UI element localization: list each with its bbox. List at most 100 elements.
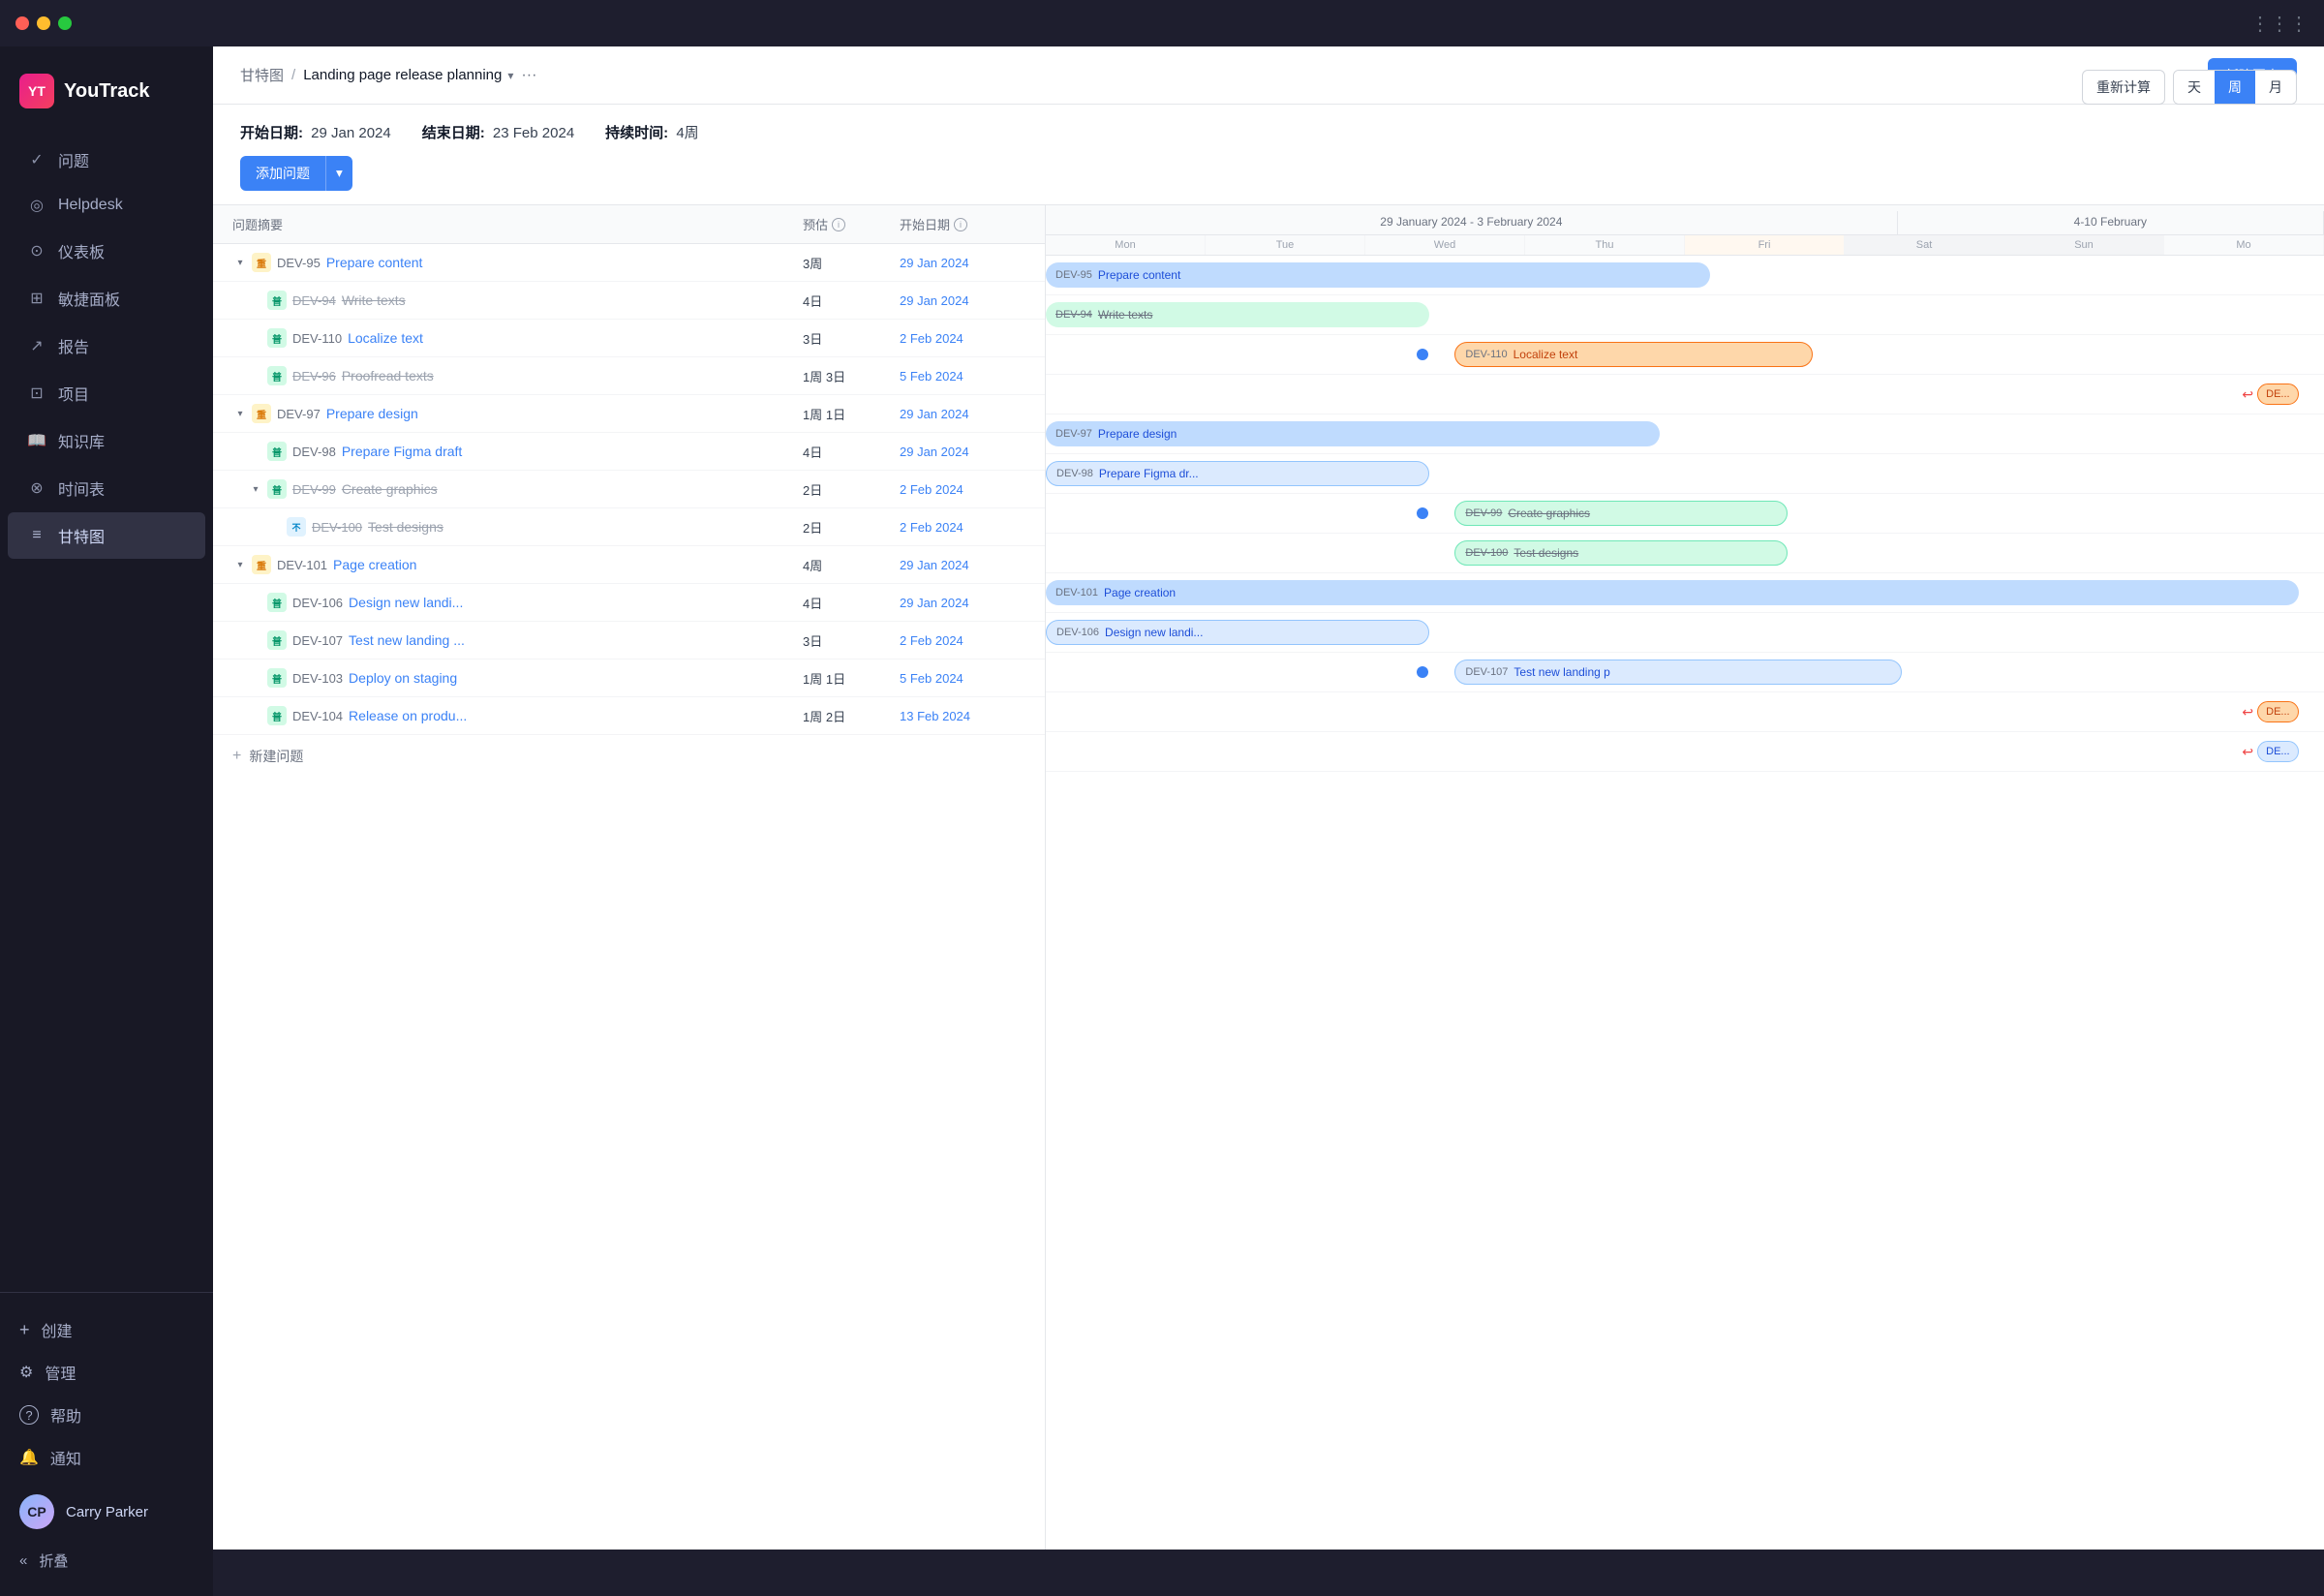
table-row[interactable]: 普 DEV-96 Proofread texts 1周 3日 5 Feb 202… — [213, 357, 1045, 395]
issue-id: DEV-96 — [292, 369, 336, 384]
issue-title[interactable]: Design new landi... — [349, 595, 803, 610]
issue-title[interactable]: Prepare content — [326, 255, 803, 270]
view-day-button[interactable]: 天 — [2174, 71, 2215, 104]
issue-title[interactable]: Write texts — [342, 292, 803, 308]
issue-title[interactable]: Prepare design — [326, 406, 803, 421]
expand-icon[interactable]: ▾ — [232, 406, 248, 421]
issue-title[interactable]: Create graphics — [342, 481, 803, 497]
gantt-bar[interactable]: DEV-106 Design new landi... — [1046, 620, 1429, 645]
gantt-bar[interactable]: DEV-95 Prepare content — [1046, 262, 1710, 288]
view-month-button[interactable]: 月 — [2255, 71, 2296, 104]
duration-label: 持续时间: — [605, 125, 668, 141]
expand-icon[interactable]: ▾ — [232, 557, 248, 572]
gantt-row: DEV-107 Test new landing p — [1046, 653, 2324, 692]
end-date-label: 结束日期: — [422, 125, 485, 141]
dashboard-icon: ⊙ — [27, 241, 46, 261]
expand-icon[interactable]: ▾ — [248, 481, 263, 497]
start-value: 5 Feb 2024 — [900, 369, 1025, 384]
sidebar-item-timesheet[interactable]: ⊗ 时间表 — [8, 465, 205, 511]
issue-id: DEV-103 — [292, 671, 343, 686]
window-more-icon[interactable]: ⋮⋮⋮ — [2250, 12, 2309, 36]
recalc-button[interactable]: 重新计算 — [2082, 70, 2165, 105]
minimize-button[interactable] — [37, 16, 50, 30]
sidebar-logo[interactable]: YT YouTrack — [0, 46, 213, 128]
issue-title[interactable]: Test designs — [368, 519, 803, 535]
sidebar-item-dashboard[interactable]: ⊙ 仪表板 — [8, 228, 205, 274]
gantt-bar[interactable]: DEV-100 Test designs — [1454, 540, 1787, 566]
breadcrumb-root[interactable]: 甘特图 — [240, 65, 284, 85]
notifications-label: 通知 — [50, 1446, 81, 1469]
gantt-bar[interactable]: DEV-99 Create graphics — [1454, 501, 1787, 526]
sidebar-item-gantt[interactable]: ≡ 甘特图 — [8, 512, 205, 559]
table-row[interactable]: ▾ 重 DEV-97 Prepare design 1周 1日 29 Jan 2… — [213, 395, 1045, 433]
table-row[interactable]: ▾ 重 DEV-101 Page creation 4周 29 Jan 2024 — [213, 546, 1045, 584]
logo-icon: YT — [19, 74, 54, 108]
view-week-button[interactable]: 周 — [2215, 71, 2255, 104]
expand-icon[interactable]: ▾ — [232, 255, 248, 270]
sidebar-item-knowledge[interactable]: 📖 知识库 — [8, 417, 205, 464]
issue-id: DEV-97 — [277, 407, 321, 421]
gantt-bar[interactable]: DEV-94 Write texts — [1046, 302, 1429, 327]
table-row[interactable]: 普 DEV-98 Prepare Figma draft 4日 29 Jan 2… — [213, 433, 1045, 471]
breadcrumb: 甘特图 / Landing page release planning ▾ ··… — [240, 65, 536, 85]
table-row[interactable]: 不 DEV-100 Test designs 2日 2 Feb 2024 — [213, 508, 1045, 546]
start-info-icon[interactable]: i — [954, 218, 967, 231]
start-value: 29 Jan 2024 — [900, 256, 1025, 270]
user-profile[interactable]: CP Carry Parker — [8, 1483, 205, 1541]
table-row[interactable]: 普 DEV-94 Write texts 4日 29 Jan 2024 — [213, 282, 1045, 320]
estimate-value: 4日 — [803, 594, 900, 612]
expand-placeholder — [267, 519, 283, 535]
help-action[interactable]: ? 帮助 — [8, 1394, 205, 1436]
table-row[interactable]: 普 DEV-103 Deploy on staging 1周 1日 5 Feb … — [213, 660, 1045, 697]
sidebar-item-projects[interactable]: ⊡ 项目 — [8, 370, 205, 416]
issue-title[interactable]: Deploy on staging — [349, 670, 803, 686]
issue-title[interactable]: Proofread texts — [342, 368, 803, 384]
gantt-bar[interactable]: DEV-107 Test new landing p — [1454, 660, 1902, 685]
gantt-period-1: 29 January 2024 - 3 February 2024 — [1046, 211, 1898, 234]
main-content: 甘特图 / Landing page release planning ▾ ··… — [213, 46, 2324, 1550]
overflow-indicator: ↩ DE... — [2242, 741, 2298, 762]
manage-action[interactable]: ⚙ 管理 — [8, 1351, 205, 1394]
estimate-info-icon[interactable]: i — [832, 218, 845, 231]
collapse-button[interactable]: « 折叠 — [8, 1541, 205, 1581]
table-row[interactable]: 普 DEV-110 Localize text 3日 2 Feb 2024 — [213, 320, 1045, 357]
more-options-icon[interactable]: ··· — [521, 67, 536, 84]
gantt-bar[interactable]: DEV-110 Localize text — [1454, 342, 1813, 367]
issue-title[interactable]: Page creation — [333, 557, 803, 572]
expand-placeholder — [248, 330, 263, 346]
gantt-bar[interactable]: DEV-101 Page creation — [1046, 580, 2299, 605]
table-row[interactable]: 普 DEV-107 Test new landing ... 3日 2 Feb … — [213, 622, 1045, 660]
add-issue-button[interactable]: 添加问题 — [240, 156, 325, 191]
table-row[interactable]: 普 DEV-104 Release on produ... 1周 2日 13 F… — [213, 697, 1045, 735]
issue-title[interactable]: Prepare Figma draft — [342, 444, 803, 459]
sidebar-item-label: 时间表 — [58, 476, 105, 500]
issue-title[interactable]: Localize text — [348, 330, 803, 346]
gantt-row: ↩ DE... — [1046, 692, 2324, 732]
close-button[interactable] — [15, 16, 29, 30]
sidebar-item-helpdesk[interactable]: ◎ Helpdesk — [8, 184, 205, 227]
gantt-bar[interactable]: DEV-98 Prepare Figma dr... — [1046, 461, 1429, 486]
gantt-row: DEV-95 Prepare content — [1046, 256, 2324, 295]
issue-title[interactable]: Test new landing ... — [349, 632, 803, 648]
gantt-section: 29 January 2024 - 3 February 2024 4-10 F… — [1046, 205, 2324, 1550]
sidebar-item-issues[interactable]: ✓ 问题 — [8, 137, 205, 183]
issue-title[interactable]: Release on produ... — [349, 708, 803, 723]
expand-placeholder — [248, 292, 263, 308]
sidebar-item-agile[interactable]: ⊞ 敏捷面板 — [8, 275, 205, 322]
chevron-down-icon[interactable]: ▾ — [507, 69, 513, 82]
add-issue-row[interactable]: + 新建问题 — [213, 735, 1045, 778]
table-row[interactable]: ▾ 重 DEV-95 Prepare content 3周 29 Jan 202… — [213, 244, 1045, 282]
gantt-bar[interactable]: DEV-97 Prepare design — [1046, 421, 1660, 446]
add-issue-dropdown-button[interactable]: ▾ — [325, 156, 352, 191]
maximize-button[interactable] — [58, 16, 72, 30]
priority-badge-normal: 普 — [267, 706, 287, 725]
create-action[interactable]: + 创建 — [8, 1308, 205, 1351]
table-row[interactable]: 普 DEV-106 Design new landi... 4日 29 Jan … — [213, 584, 1045, 622]
sidebar-item-label: 敏捷面板 — [58, 287, 120, 310]
notifications-action[interactable]: 🔔 通知 — [8, 1436, 205, 1479]
breadcrumb-page[interactable]: Landing page release planning — [303, 67, 502, 83]
table-row[interactable]: ▾ 普 DEV-99 Create graphics 2日 2 Feb 2024 — [213, 471, 1045, 508]
sidebar-item-reports[interactable]: ↗ 报告 — [8, 322, 205, 369]
manage-label: 管理 — [45, 1361, 76, 1384]
gantt-row: DEV-99 Create graphics — [1046, 494, 2324, 534]
